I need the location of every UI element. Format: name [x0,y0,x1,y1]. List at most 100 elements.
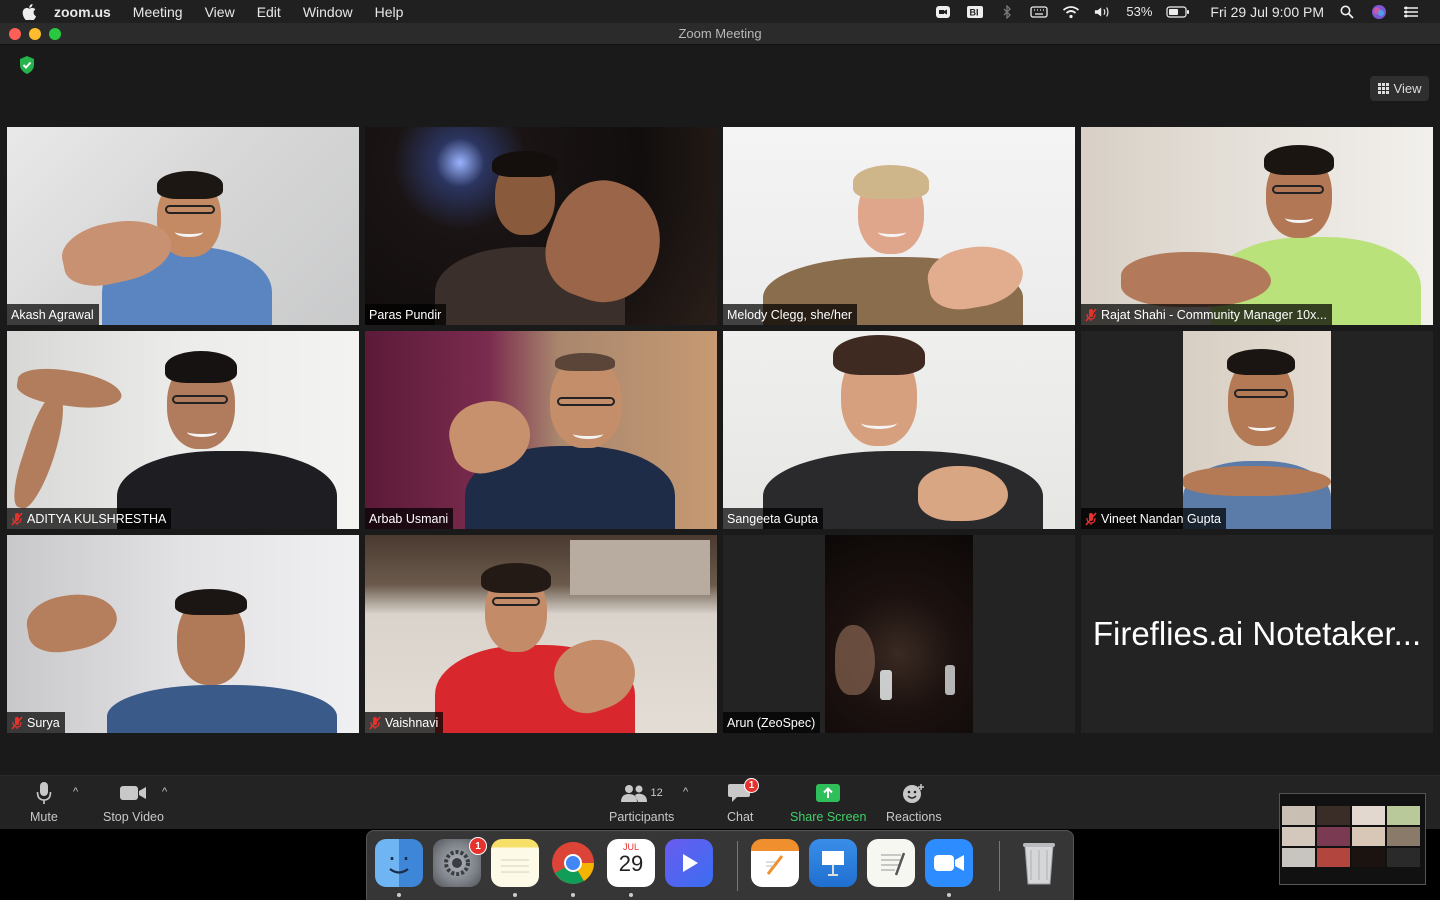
menu-meeting[interactable]: Meeting [133,4,183,20]
pages-icon[interactable] [751,839,799,887]
security-shield-icon[interactable] [17,55,37,75]
calendar-icon[interactable]: JUL 29 [607,839,655,887]
participants-label: Participants [609,810,675,824]
video-tile-arun[interactable]: Arun (ZeoSpec) [723,535,1075,733]
participant-name-tag: Surya [7,712,65,733]
video-tile-melody[interactable]: Melody Clegg, she/her [723,127,1075,325]
video-tile-surya[interactable]: Surya [7,535,359,733]
close-window-button[interactable] [9,28,21,40]
menu-view[interactable]: View [205,4,235,20]
running-indicator [571,893,575,897]
finder-icon[interactable] [375,839,423,887]
view-button-label: View [1393,81,1422,96]
video-feed [723,331,1075,529]
running-indicator [629,893,633,897]
window-title: Zoom Meeting [678,26,762,41]
participant-name-tag: Akash Agrawal [7,304,99,325]
video-player-app-icon[interactable] [665,839,713,887]
siri-icon[interactable] [1370,4,1388,19]
view-layout-button[interactable]: View [1370,76,1429,101]
video-camera-icon [119,780,147,806]
keynote-icon[interactable] [809,839,857,887]
mic-muted-icon [1085,512,1097,526]
stop-video-label: Stop Video [103,810,164,824]
textedit-icon[interactable] [867,839,915,887]
meeting-window-thumbnail[interactable] [1279,793,1426,885]
dock-separator [999,841,1000,891]
participant-name-tag: Vineet Nandan Gupta [1081,508,1227,529]
video-tile-vineet[interactable]: Vineet Nandan Gupta [1081,331,1433,529]
video-tile-fireflies-notetaker[interactable]: Fireflies.ai Notetaker... [1081,535,1433,733]
minimize-window-button[interactable] [29,28,41,40]
wifi-icon[interactable] [1062,5,1080,19]
participants-button[interactable]: 12 Participants [609,780,674,824]
participant-name-tag: ADITYA KULSHRESTHA [7,508,172,529]
video-tile-arbab-active-speaker[interactable]: Arbab Usmani [365,331,717,529]
menu-edit[interactable]: Edit [257,4,281,20]
menu-window[interactable]: Window [303,4,353,20]
mic-muted-icon [11,512,23,526]
bluetooth-icon[interactable] [998,4,1016,19]
stop-video-button[interactable]: Stop Video [103,780,164,824]
participants-icon [620,785,647,802]
system-preferences-badge: 1 [469,837,487,855]
participant-name-tag: Arun (ZeoSpec) [723,712,821,733]
video-tile-akash[interactable]: Akash Agrawal [7,127,359,325]
video-tile-paras[interactable]: Paras Pundir [365,127,717,325]
svg-text:BI: BI [970,7,979,17]
trash-icon[interactable] [1015,839,1063,887]
macos-dock: 1 JUL 29 [366,830,1074,900]
apple-icon[interactable] [18,0,40,23]
participant-name-tag: Paras Pundir [365,304,447,325]
spotlight-search-icon[interactable] [1338,5,1356,19]
audio-options-chevron-icon[interactable]: ^ [73,786,78,798]
video-feed [365,331,717,529]
mute-button[interactable]: Mute [30,780,58,824]
keyboard-icon[interactable] [1030,5,1049,19]
video-feed [365,127,717,325]
video-tile-rajat[interactable]: Rajat Shahi - Community Manager 10x... [1081,127,1433,325]
participants-count: 12 [650,787,663,799]
mute-label: Mute [30,810,58,824]
share-screen-label: Share Screen [790,810,867,824]
window-titlebar[interactable]: Zoom Meeting [0,23,1440,45]
participant-name-tag: Rajat Shahi - Community Manager 10x... [1081,304,1332,325]
video-tile-sangeeta[interactable]: Sangeeta Gupta [723,331,1075,529]
reactions-button[interactable]: Reactions [886,780,942,824]
menu-bar: zoom.us Meeting View Edit Window Help BI… [0,0,1440,23]
reactions-label: Reactions [886,810,942,824]
share-screen-icon [815,780,841,806]
participant-name-tag: Arbab Usmani [365,508,454,529]
video-feed [365,535,717,733]
meeting-controls-toolbar: Mute ^ Stop Video ^ 12 Participants ^ Ch… [0,775,1440,829]
control-center-icon[interactable] [1402,5,1420,19]
battery-percent: 53% [1126,4,1153,19]
participant-name-tag: Melody Clegg, she/her [723,304,858,325]
participants-options-chevron-icon[interactable]: ^ [683,786,688,798]
participant-name-tag: Vaishnavi [365,712,444,733]
menu-help[interactable]: Help [375,4,404,20]
dock-separator [737,841,738,891]
menu-app-name[interactable]: zoom.us [54,4,111,20]
screen-recording-icon[interactable]: BI [966,5,984,19]
mic-muted-icon [369,716,381,730]
video-feed [7,535,359,733]
mic-muted-icon [1085,308,1097,322]
zoom-status-icon[interactable] [934,5,952,19]
video-feed [1081,127,1433,325]
smiley-reaction-icon [902,780,926,806]
video-tile-aditya[interactable]: ADITYA KULSHRESTHA [7,331,359,529]
battery-icon[interactable] [1166,5,1190,19]
notes-icon[interactable] [491,839,539,887]
menubar-clock[interactable]: Fri 29 Jul 9:00 PM [1210,4,1324,20]
chrome-icon[interactable] [549,839,597,887]
fullscreen-window-button[interactable] [49,28,61,40]
video-feed [1081,331,1433,529]
volume-icon[interactable] [1094,5,1112,19]
video-tile-vaishnavi[interactable]: Vaishnavi [365,535,717,733]
participant-display-name: Fireflies.ai Notetaker... [1092,615,1422,652]
video-options-chevron-icon[interactable]: ^ [162,786,167,798]
share-screen-button[interactable]: Share Screen [790,780,866,824]
zoom-app-icon[interactable] [925,839,973,887]
chat-unread-badge: 1 [744,778,759,793]
